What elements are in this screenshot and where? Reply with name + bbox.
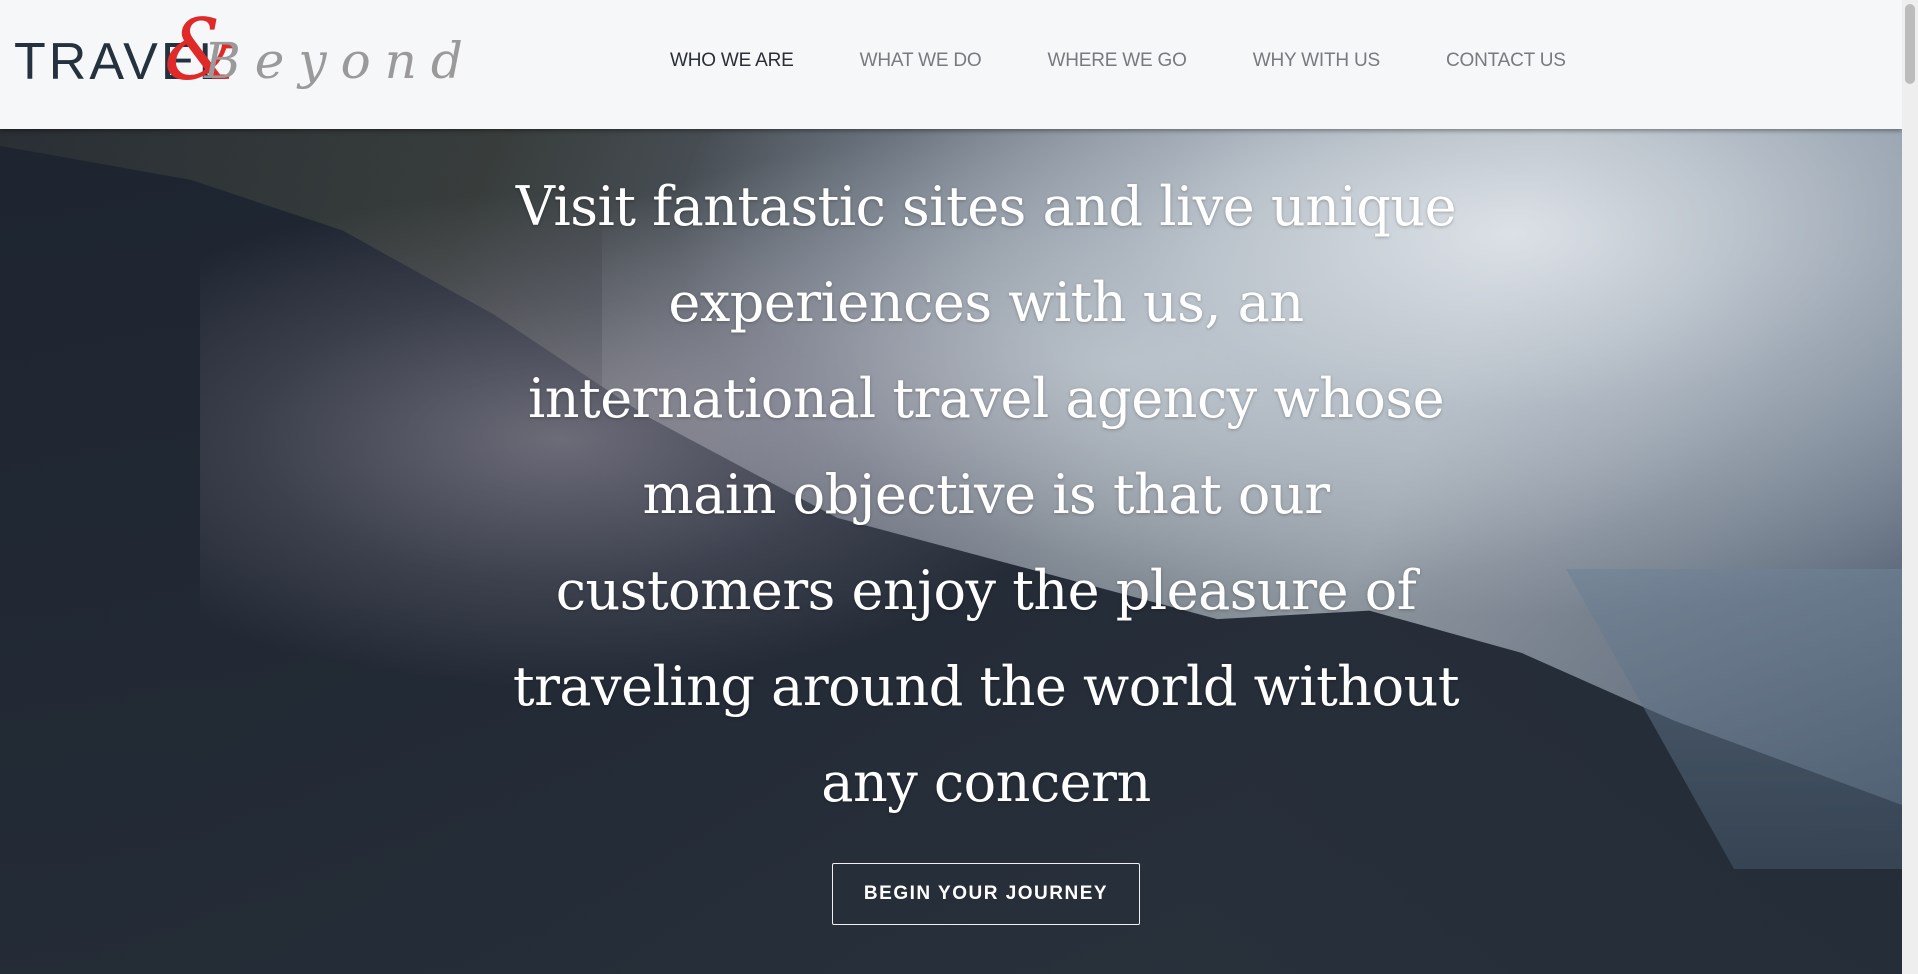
scrollbar-thumb[interactable] <box>1905 4 1915 84</box>
hero-headline: Visit fantastic sites and live unique ex… <box>512 175 1460 814</box>
nav-what-we-do[interactable]: WHAT WE DO <box>860 50 982 72</box>
logo-beyond-text: Beyond <box>204 32 477 90</box>
nav-who-we-are[interactable]: WHO WE ARE <box>670 50 794 72</box>
main-navigation: WHO WE ARE WHAT WE DO WHERE WE GO WHY WI… <box>670 50 1566 72</box>
hero-section: Visit fantastic sites and live unique ex… <box>0 129 1902 974</box>
nav-contact-us[interactable]: CONTACT US <box>1446 50 1566 72</box>
travel-beyond-logo[interactable]: TRAVEL & Beyond <box>14 8 463 104</box>
site-header: TRAVEL & Beyond WHO WE ARE WHAT WE DO WH… <box>0 0 1902 129</box>
nav-why-with-us[interactable]: WHY WITH US <box>1253 50 1380 72</box>
nav-where-we-go[interactable]: WHERE WE GO <box>1047 50 1186 72</box>
begin-journey-button[interactable]: BEGIN YOUR JOURNEY <box>832 863 1140 925</box>
page-scrollbar[interactable] <box>1902 0 1918 974</box>
